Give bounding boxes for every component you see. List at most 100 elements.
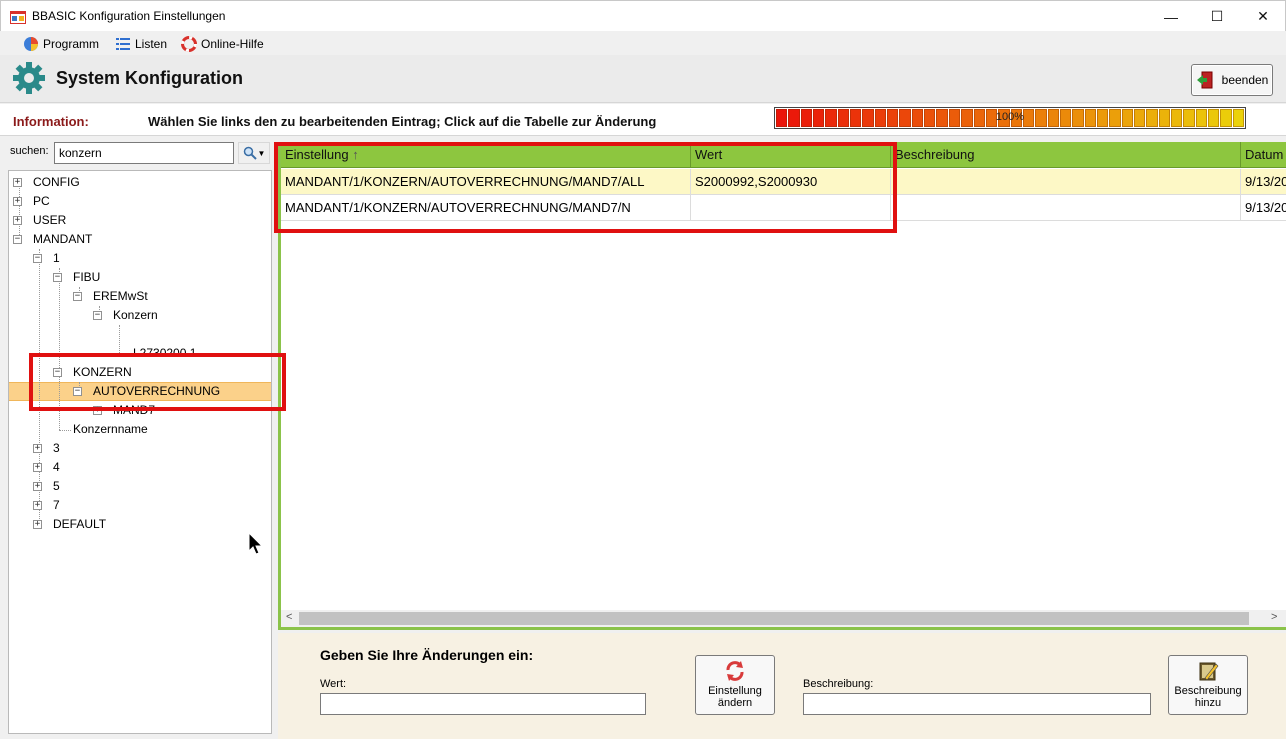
column-header-label: Einstellung xyxy=(285,147,349,162)
description-input[interactable] xyxy=(803,693,1151,715)
progress-segment xyxy=(825,109,837,127)
progress-segment xyxy=(1047,109,1059,127)
column-header-einstellung[interactable]: Einstellung ↑ xyxy=(281,142,691,168)
progress-segment xyxy=(1146,109,1158,127)
tree-node-label: Konzernname xyxy=(73,422,148,436)
cell-einstellung[interactable]: MANDANT/1/KONZERN/AUTOVERRECHNUNG/MAND7/… xyxy=(281,169,691,195)
tree-node-konzernname[interactable]: Konzernname xyxy=(73,420,148,439)
tree-node-label: MANDANT xyxy=(33,232,93,246)
page-title: System Konfiguration xyxy=(56,68,244,88)
list-icon xyxy=(116,38,130,50)
expand-icon[interactable]: + xyxy=(33,482,42,491)
collapse-icon[interactable]: − xyxy=(73,292,82,301)
expand-icon[interactable]: + xyxy=(33,444,42,453)
scrollbar-thumb[interactable] xyxy=(299,612,1249,625)
progress-segment xyxy=(924,109,936,127)
search-button[interactable]: ▼ xyxy=(238,142,270,164)
collapse-icon[interactable]: − xyxy=(53,273,62,282)
refresh-icon xyxy=(726,661,744,681)
tree-node-label: MAND7 xyxy=(113,403,156,417)
wert-input[interactable] xyxy=(320,693,646,715)
change-setting-button[interactable]: Einstellung ändern xyxy=(695,655,775,715)
cell-datum[interactable]: 9/13/20 xyxy=(1241,169,1286,195)
mouse-cursor-icon xyxy=(248,532,264,555)
expand-icon[interactable]: + xyxy=(33,520,42,529)
add-description-label-2: hinzu xyxy=(1194,697,1222,709)
menu-listen[interactable]: Listen xyxy=(115,35,167,53)
progress-segment xyxy=(788,109,800,127)
search-input[interactable] xyxy=(54,142,234,164)
maximize-button[interactable]: ☐ xyxy=(1194,1,1240,32)
expand-icon[interactable]: + xyxy=(13,197,22,206)
lifebuoy-icon xyxy=(181,36,197,52)
tree-node-l2730200[interactable]: L2730200.1 xyxy=(133,344,196,363)
column-header-beschreibung[interactable]: Beschreibung xyxy=(891,142,1241,168)
progress-segment xyxy=(1220,109,1232,127)
progress-segment xyxy=(1158,109,1170,127)
tree-line xyxy=(19,181,20,239)
cell-wert[interactable]: S2000992,S2000930 xyxy=(691,169,891,195)
progress-segment xyxy=(948,109,961,127)
cell-einstellung[interactable]: MANDANT/1/KONZERN/AUTOVERRECHNUNG/MAND7/… xyxy=(281,195,691,221)
chevron-down-icon: ▼ xyxy=(257,148,266,158)
info-text: Wählen Sie links den zu bearbeitenden Ei… xyxy=(148,114,657,129)
add-description-button[interactable]: Beschreibung hinzu xyxy=(1168,655,1248,715)
column-header-datum[interactable]: Datum xyxy=(1241,142,1286,168)
tree-node-label: PC xyxy=(33,194,50,208)
config-tree[interactable]: + CONFIG + PC + USER − MANDANT − 1 − FIB… xyxy=(8,170,272,734)
progress-segment xyxy=(887,109,899,127)
grid-header: Einstellung ↑ Wert Beschreibung Datum xyxy=(281,142,1286,168)
close-button[interactable]: ✕ xyxy=(1240,1,1286,32)
cell-wert[interactable] xyxy=(691,195,891,221)
menu-programm-label: Programm xyxy=(43,37,100,51)
column-header-label: Beschreibung xyxy=(895,147,975,162)
progress-segment xyxy=(874,109,887,127)
progress-segment xyxy=(1096,109,1109,127)
expand-icon[interactable]: + xyxy=(33,463,42,472)
progress-segment xyxy=(1010,109,1022,127)
tree-node-label: 3 xyxy=(53,441,60,455)
info-bar: Information: Wählen Sie links den zu bea… xyxy=(0,104,1286,136)
expand-icon[interactable]: + xyxy=(33,501,42,510)
tree-node-label: DEFAULT xyxy=(53,517,107,531)
cell-beschreibung[interactable] xyxy=(891,169,1241,195)
collapse-icon[interactable]: − xyxy=(33,254,42,263)
collapse-icon[interactable]: − xyxy=(13,235,22,244)
info-label: Information: xyxy=(13,114,89,129)
cell-datum[interactable]: 9/13/20 xyxy=(1241,195,1286,221)
progress-segment xyxy=(961,109,973,127)
expand-icon[interactable]: + xyxy=(13,178,22,187)
table-row[interactable]: MANDANT/1/KONZERN/AUTOVERRECHNUNG/MAND7/… xyxy=(281,169,1286,195)
column-header-label: Datum xyxy=(1245,147,1284,162)
collapse-icon[interactable]: − xyxy=(73,387,82,396)
progress-segment xyxy=(776,109,788,127)
minimize-button[interactable]: — xyxy=(1148,1,1194,32)
column-header-wert[interactable]: Wert xyxy=(691,142,891,168)
window-title: BBASIC Konfiguration Einstellungen xyxy=(32,9,226,23)
table-row[interactable]: MANDANT/1/KONZERN/AUTOVERRECHNUNG/MAND7/… xyxy=(281,195,1286,221)
menu-online-hilfe[interactable]: Online-Hilfe xyxy=(181,35,264,53)
scroll-right-icon[interactable]: > xyxy=(1271,611,1277,623)
horizontal-scrollbar[interactable]: < > xyxy=(281,610,1286,627)
tree-node-label: L2730200.1 xyxy=(133,346,197,360)
tree-node-label: 7 xyxy=(53,498,60,512)
collapse-icon[interactable]: − xyxy=(93,311,102,320)
progress-segment xyxy=(1232,109,1245,127)
cell-beschreibung[interactable] xyxy=(891,195,1241,221)
settings-grid[interactable]: Einstellung ↑ Wert Beschreibung Datum MA… xyxy=(278,142,1286,630)
progress-segment xyxy=(1072,109,1084,127)
tree-node-label: KONZERN xyxy=(73,365,132,379)
tree-line xyxy=(119,325,120,355)
expand-icon[interactable]: + xyxy=(13,216,22,225)
tree-node-label: EREMwSt xyxy=(93,289,148,303)
tree-node-label: FIBU xyxy=(73,270,101,284)
progress-segment xyxy=(1059,109,1072,127)
exit-door-icon xyxy=(1196,71,1213,89)
expand-icon[interactable]: + xyxy=(93,406,102,415)
gear-icon xyxy=(13,62,45,94)
progress-segment xyxy=(1171,109,1183,127)
menu-programm[interactable]: Programm xyxy=(23,35,99,53)
exit-button[interactable]: beenden xyxy=(1191,64,1273,96)
collapse-icon[interactable]: − xyxy=(53,368,62,377)
scroll-left-icon[interactable]: < xyxy=(286,611,292,623)
